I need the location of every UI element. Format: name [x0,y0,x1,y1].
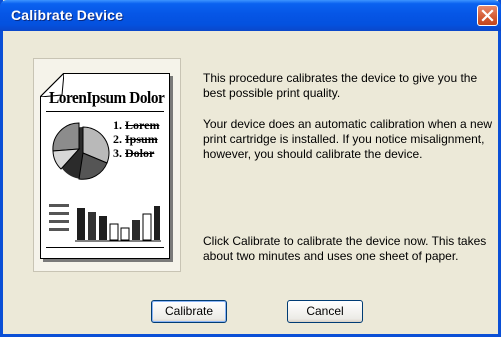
paragraph-intro: This procedure calibrates the device to … [203,71,478,100]
text-lines-icon [49,204,69,231]
close-button[interactable] [477,5,498,26]
list-item: 1. Lorem [113,118,160,132]
illustration-heading: LorenIpsum Dolor [49,88,165,107]
title-bar[interactable]: Calibrate Device [0,0,501,31]
heading-rule [46,111,164,112]
paragraph-instructions: Click Calibrate to calibrate the device … [203,234,487,263]
close-icon [481,9,494,22]
calibrate-button[interactable]: Calibrate [151,300,227,323]
bar-chart-icon [75,206,161,242]
pie-chart-icon [52,122,110,180]
list-item: 3. Dolor [113,146,155,160]
document-illustration: LorenIpsum Dolor 1. Lorem 2. Ipsum 3. Do… [40,73,170,259]
calibrate-dialog: Calibrate Device LorenIpsum Dolor 1. Lor… [0,0,501,337]
list-item: 2. Ipsum [113,132,158,146]
illustration-panel: LorenIpsum Dolor 1. Lorem 2. Ipsum 3. Do… [33,58,181,272]
illustration-list: 1. Lorem 2. Ipsum 3. Dolor [113,118,159,160]
window-title: Calibrate Device [11,7,124,23]
footer-rule [46,247,164,248]
cancel-button[interactable]: Cancel [287,300,363,323]
paragraph-auto-calibration: Your device does an automatic calibratio… [203,117,493,161]
